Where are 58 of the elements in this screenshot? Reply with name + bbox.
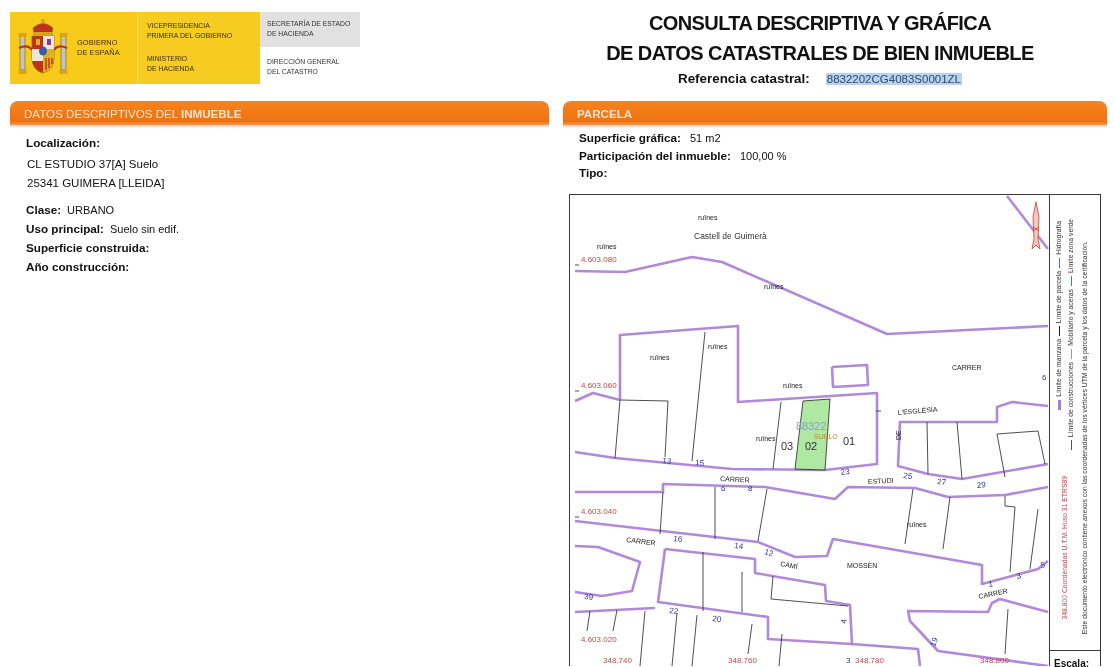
house-number-label: 6 [721, 484, 726, 493]
legend-line-icon [1058, 258, 1060, 269]
field-value: 100,00 % [740, 149, 787, 162]
house-number-label: 3 [1015, 571, 1022, 581]
legend-line-icon [1070, 276, 1072, 287]
legend-line-icon [1058, 326, 1060, 337]
field-value: 51 m2 [690, 132, 721, 144]
house-number-label: 15 [694, 458, 705, 468]
north-arrow-icon [1031, 201, 1041, 250]
house-number-label: 20 [711, 614, 722, 625]
house-number-label: 3 [846, 656, 851, 665]
field-label: Participación del inmueble: [579, 148, 731, 162]
coordinate-label: 348.780 [855, 656, 884, 665]
coordinate-label: 4.603.020 [581, 635, 617, 644]
house-number-label: 27 [936, 477, 947, 487]
subparcel-number-label: 01 [843, 435, 856, 447]
house-number-label: 14 [733, 541, 744, 552]
field-label: Clase: [26, 203, 62, 216]
section-title-bar: PARCELA [563, 101, 1107, 125]
house-number-label: 39 [583, 592, 594, 602]
section-title-bar: DATOS DESCRIPTIVOS DEL INMUEBLE [10, 101, 549, 125]
house-number-label: 16 [672, 534, 683, 545]
field-label: Uso principal: [26, 222, 104, 235]
house-number-label: 12 [763, 547, 775, 559]
house-number-label: 13 [661, 456, 672, 467]
reference-value: 8832202CG4083S0001ZL [825, 73, 962, 85]
document-title: CONSULTA DESCRIPTIVA Y GRÁFICA DE DATOS CATASTRALES DE BIEN INMUEBLE [606, 11, 1034, 66]
field-label: Tipo: [579, 166, 608, 179]
coordinate-label: 4.603.040 [581, 507, 617, 516]
scale-label: Escala: [1054, 658, 1090, 667]
legend-line-icon [1070, 440, 1072, 450]
house-number-label: 5 [1039, 560, 1046, 570]
field-label: Año construcción: [26, 260, 130, 273]
house-number-label: 6 [1042, 373, 1047, 382]
subparcel-number-label: 03 [781, 440, 794, 452]
house-number-label: 19 [928, 636, 940, 648]
house-number-label: 22 [668, 606, 679, 617]
reference-label: Referencia catastral: [678, 71, 810, 86]
coordinate-label: 4.603.080 [581, 255, 617, 264]
field-value: URBANO [67, 204, 115, 216]
house-number-label: 8 [748, 484, 753, 493]
legend-line-icon [1070, 348, 1072, 359]
address-line: CL ESTUDIO 37[A] Suelo [27, 158, 160, 170]
coordinate-label: 348.740 [603, 656, 632, 665]
field-label: Superficie construida: [26, 241, 150, 254]
address-line: 25341 GUIMERA [LLEIDA] [27, 177, 166, 189]
place-name-label: Castell de Guimerà [694, 231, 767, 241]
field-label: Superficie gráfica: [579, 131, 681, 144]
field-value: Suelo sin edif. [109, 223, 180, 235]
house-number-label: 23 [840, 466, 851, 477]
house-number-label: 1 [987, 579, 994, 589]
subparcel-number-label: 02 [805, 440, 818, 452]
coordinate-label: 348.760 [728, 656, 757, 665]
house-number-label: 25 [902, 471, 913, 482]
coordinate-label: 4.603.060 [581, 381, 617, 390]
house-number-label: 29 [976, 480, 987, 490]
field-label: Localización: [26, 136, 102, 149]
house-number-label: 4 [839, 618, 849, 625]
